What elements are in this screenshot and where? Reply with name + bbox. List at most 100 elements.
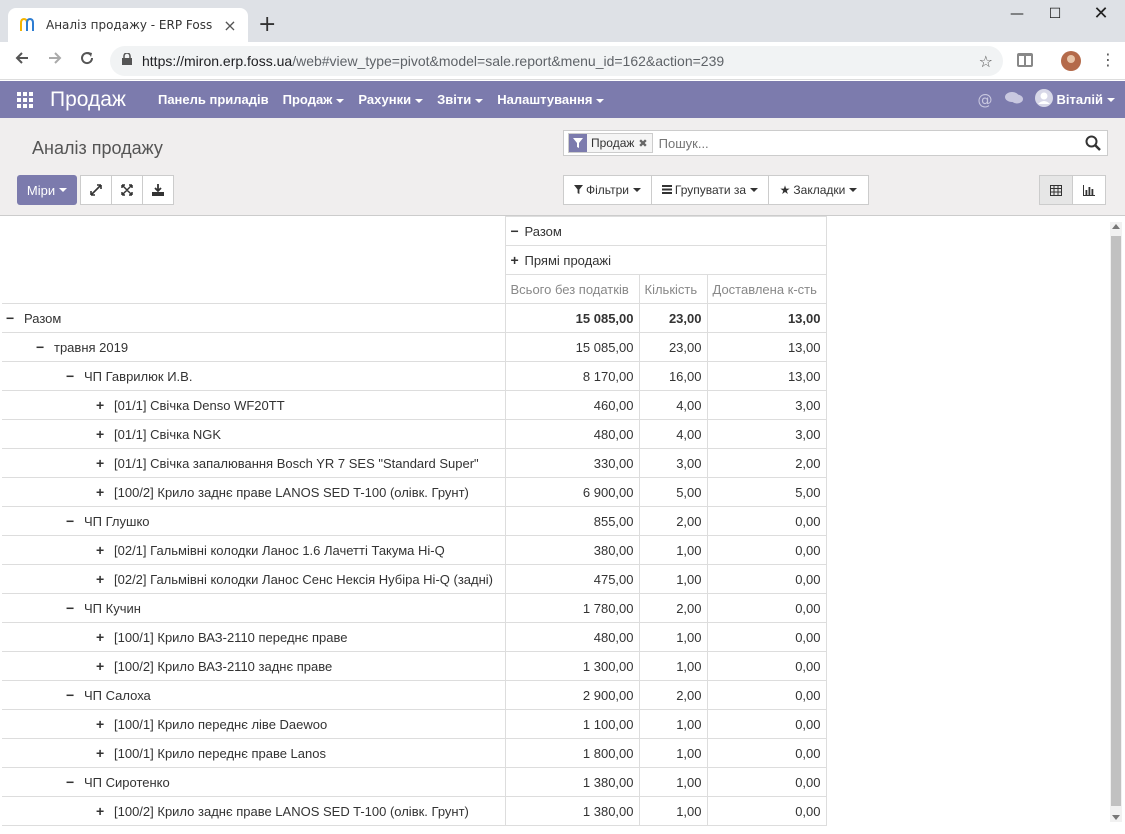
row-header[interactable]: + [100/2] Крило ВАЗ-2110 заднє праве <box>2 651 506 681</box>
row-header[interactable]: − ЧП Салоха <box>2 680 506 710</box>
group-by-dropdown[interactable]: Групувати за <box>651 175 769 205</box>
cell-value[interactable]: 2,00 <box>638 506 708 536</box>
row-header[interactable]: + [100/1] Крило переднє праве Lanos <box>2 738 506 768</box>
cell-value[interactable]: 1,00 <box>638 796 708 826</box>
cell-value[interactable]: 2,00 <box>638 593 708 623</box>
cell-value[interactable]: 1,00 <box>638 651 708 681</box>
measure-header[interactable]: Всього без податків <box>504 274 640 304</box>
cell-value[interactable]: 1 380,00 <box>504 796 640 826</box>
apps-grid-icon[interactable] <box>0 91 50 108</box>
cell-value[interactable]: 380,00 <box>504 535 640 565</box>
row-header[interactable]: + [100/1] Крило переднє ліве Daewoo <box>2 709 506 739</box>
menu-dashboard[interactable]: Панель приладів <box>158 92 269 107</box>
cell-value[interactable]: 15 085,00 <box>504 303 640 333</box>
cell-value[interactable]: 3,00 <box>706 390 827 420</box>
minimize-icon[interactable]: — <box>997 6 1037 26</box>
measures-button[interactable]: Міри <box>17 175 77 205</box>
cell-value[interactable]: 0,00 <box>706 622 827 652</box>
row-header[interactable]: + [02/2] Гальмівні колодки Ланос Сенс Нек… <box>2 564 506 594</box>
maximize-icon[interactable]: ☐ <box>1035 6 1075 26</box>
menu-reports[interactable]: Звіти <box>437 92 484 107</box>
menu-sales[interactable]: Продаж <box>283 92 345 107</box>
cell-value[interactable]: 2,00 <box>638 680 708 710</box>
search-facet[interactable]: Продаж ✖ <box>568 133 653 153</box>
favorites-dropdown[interactable]: ★ Закладки <box>768 175 869 205</box>
expand-all-button[interactable] <box>111 175 143 205</box>
cell-value[interactable]: 3,00 <box>638 448 708 478</box>
cell-value[interactable]: 16,00 <box>638 361 708 391</box>
cell-value[interactable]: 1,00 <box>638 535 708 565</box>
cell-value[interactable]: 2,00 <box>706 448 827 478</box>
measure-header[interactable]: Доставлена к-сть <box>706 274 827 304</box>
cell-value[interactable]: 23,00 <box>638 303 708 333</box>
window-close-icon[interactable]: ✕ <box>1081 3 1121 24</box>
search-input[interactable] <box>656 134 1077 152</box>
browser-tab[interactable]: Аналіз продажу - ERP Foss × <box>8 8 248 42</box>
filters-dropdown[interactable]: Фільтри <box>563 175 652 205</box>
cell-value[interactable]: 0,00 <box>706 506 827 536</box>
col-header-group[interactable]: + Прямі продажі <box>504 245 827 275</box>
mentions-icon[interactable]: @ <box>978 91 993 109</box>
menu-settings[interactable]: Налаштування <box>497 92 605 107</box>
cell-value[interactable]: 23,00 <box>638 332 708 362</box>
measure-header[interactable]: Кількість <box>638 274 708 304</box>
row-header[interactable]: − Разом <box>2 303 506 333</box>
flip-axis-button[interactable] <box>80 175 112 205</box>
cell-value[interactable]: 1 780,00 <box>504 593 640 623</box>
cell-value[interactable]: 0,00 <box>706 767 827 797</box>
browser-menu-icon[interactable]: ⋮ <box>1100 50 1116 69</box>
cell-value[interactable]: 13,00 <box>706 303 827 333</box>
cell-value[interactable]: 1 800,00 <box>504 738 640 768</box>
cell-value[interactable]: 1,00 <box>638 564 708 594</box>
cell-value[interactable]: 3,00 <box>706 419 827 449</box>
cell-value[interactable]: 13,00 <box>706 332 827 362</box>
row-header[interactable]: + [01/1] Свічка запалювання Bosch YR 7 SE… <box>2 448 506 478</box>
search-icon[interactable] <box>1085 135 1101 155</box>
search-bar[interactable]: Продаж ✖ <box>563 130 1108 156</box>
pivot-view-button[interactable] <box>1039 175 1073 205</box>
cell-value[interactable]: 0,00 <box>706 680 827 710</box>
col-header-total[interactable]: − Разом <box>504 216 827 246</box>
back-icon[interactable] <box>10 50 34 72</box>
facet-remove-icon[interactable]: ✖ <box>638 137 651 150</box>
cell-value[interactable]: 0,00 <box>706 796 827 826</box>
cell-value[interactable]: 1,00 <box>638 709 708 739</box>
new-tab-icon[interactable]: + <box>258 12 276 38</box>
cell-value[interactable]: 475,00 <box>504 564 640 594</box>
row-header[interactable]: + [100/2] Крило заднє праве LANOS SED T-1… <box>2 796 506 826</box>
cell-value[interactable]: 0,00 <box>706 593 827 623</box>
cell-value[interactable]: 4,00 <box>638 419 708 449</box>
row-header[interactable]: + [02/1] Гальмівні колодки Ланос 1.6 Лаче… <box>2 535 506 565</box>
app-brand[interactable]: Продаж <box>50 88 126 112</box>
row-header[interactable]: + [100/1] Крило ВАЗ-2110 переднє праве <box>2 622 506 652</box>
cell-value[interactable]: 6 900,00 <box>504 477 640 507</box>
vertical-scrollbar[interactable] <box>1110 222 1122 822</box>
graph-view-button[interactable] <box>1072 175 1106 205</box>
cell-value[interactable]: 480,00 <box>504 419 640 449</box>
cell-value[interactable]: 1,00 <box>638 767 708 797</box>
row-header[interactable]: − ЧП Гаврилюк И.В. <box>2 361 506 391</box>
row-header[interactable]: + [100/2] Крило заднє праве LANOS SED T-1… <box>2 477 506 507</box>
row-header[interactable]: + [01/1] Свічка NGK <box>2 419 506 449</box>
profile-avatar[interactable] <box>1060 50 1082 76</box>
extension-icon[interactable] <box>1016 52 1034 72</box>
reload-icon[interactable] <box>75 50 99 72</box>
cell-value[interactable]: 15 085,00 <box>504 332 640 362</box>
cell-value[interactable]: 0,00 <box>706 738 827 768</box>
address-bar[interactable]: https://miron.erp.foss.ua/web#view_type=… <box>110 46 1003 76</box>
chat-icon[interactable] <box>1004 91 1023 109</box>
row-header[interactable]: − травня 2019 <box>2 332 506 362</box>
cell-value[interactable]: 855,00 <box>504 506 640 536</box>
user-menu[interactable]: Віталій <box>1034 89 1115 110</box>
download-button[interactable] <box>142 175 174 205</box>
cell-value[interactable]: 1,00 <box>638 622 708 652</box>
bookmark-star-icon[interactable]: ☆ <box>979 52 993 71</box>
cell-value[interactable]: 480,00 <box>504 622 640 652</box>
cell-value[interactable]: 1 100,00 <box>504 709 640 739</box>
forward-icon[interactable] <box>43 50 67 72</box>
cell-value[interactable]: 330,00 <box>504 448 640 478</box>
tab-close-icon[interactable]: × <box>222 16 238 35</box>
cell-value[interactable]: 13,00 <box>706 361 827 391</box>
cell-value[interactable]: 5,00 <box>638 477 708 507</box>
cell-value[interactable]: 460,00 <box>504 390 640 420</box>
